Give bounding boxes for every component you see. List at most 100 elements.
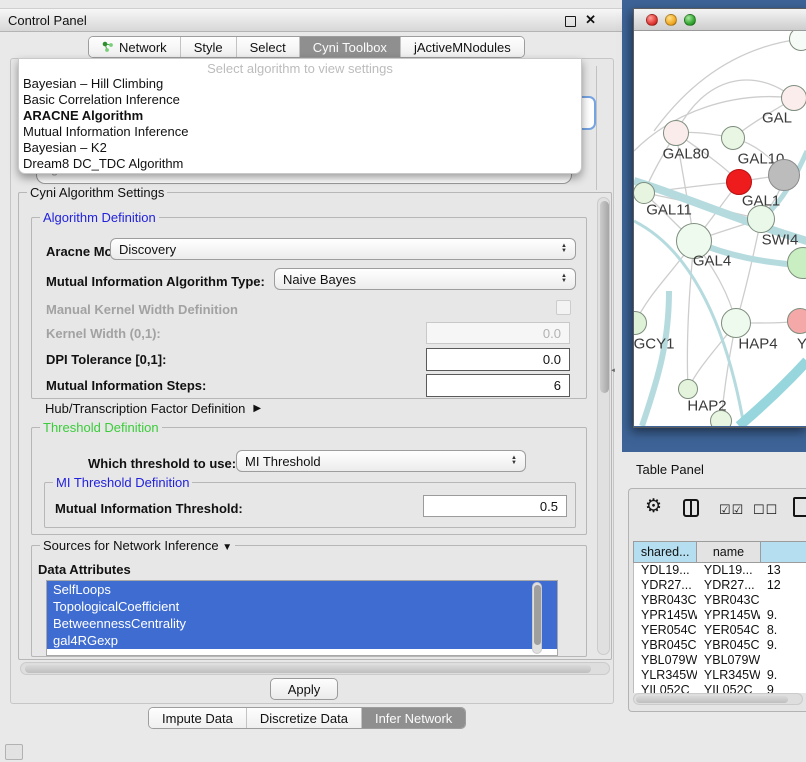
split-columns-icon[interactable] (683, 499, 699, 517)
attributes-list-scrollbar[interactable] (532, 582, 542, 654)
node-label-gcy1: GCY1 (634, 336, 674, 353)
node[interactable] (710, 410, 732, 426)
minimize-traffic-light[interactable] (665, 14, 677, 26)
mi-algorithm-type-label: Mutual Information Algorithm Type: (46, 274, 265, 289)
data-attributes-label: Data Attributes (38, 562, 131, 577)
algorithm-option-mutual-information-inference[interactable]: Mutual Information Inference (19, 124, 581, 140)
tab-label: Network (119, 40, 167, 55)
attribute-item-selfloops[interactable]: SelfLoops (47, 581, 557, 598)
gear-icon[interactable]: ⚙ (645, 495, 662, 518)
table-cell: 9. (760, 638, 806, 653)
tab-cyni-toolbox[interactable]: Cyni Toolbox (300, 37, 401, 57)
mi-threshold-group: MI Threshold Definition Mutual Informati… (44, 482, 576, 528)
tab-label: Discretize Data (260, 711, 348, 726)
which-threshold-combo[interactable]: MI Threshold ▲▼ (236, 450, 526, 472)
unchecked-checkboxes-icon[interactable]: ☐☐ (753, 502, 778, 518)
mi-steps-field[interactable]: 6 (426, 374, 570, 397)
column-header-item[interactable] (760, 541, 806, 563)
attribute-item-gal4rgexp[interactable]: gal4RGexp (47, 632, 557, 649)
table-cell: YBR045C (634, 638, 697, 653)
mi-algorithm-type-combo[interactable]: Naive Bayes ▲▼ (274, 268, 576, 290)
node-gal10[interactable] (721, 126, 745, 150)
settings-horizontal-scrollbar[interactable] (20, 662, 610, 675)
column-header-shared[interactable]: shared... (633, 541, 696, 563)
table-cell: YBL079W (697, 653, 760, 668)
tab-label: Infer Network (375, 711, 452, 726)
data-attributes-list[interactable]: SelfLoopsTopologicalCoefficientBetweenne… (46, 580, 558, 656)
node-label-swi4: SWI4 (762, 232, 799, 249)
table-cell: YDL19... (697, 563, 760, 578)
node-gal80[interactable] (663, 120, 689, 146)
network-window: GALGAL80GAL10GAL11GAL1SWI4GAL4GCY1HAP4YH… (633, 8, 806, 428)
table-row[interactable]: YBL079WYBL079W (634, 653, 806, 668)
manual-kernel-checkbox[interactable] (556, 300, 571, 315)
tab-impute-data[interactable]: Impute Data (149, 708, 247, 728)
mini-panel-button[interactable] (5, 744, 23, 760)
document-icon[interactable] (793, 497, 806, 517)
tab-select[interactable]: Select (237, 37, 300, 57)
node-label-hap4: HAP4 (738, 336, 777, 353)
close-icon[interactable]: ✕ (585, 12, 596, 28)
table-header-row: shared...name (633, 541, 806, 563)
table-row[interactable]: YBR045CYBR045C9. (634, 638, 806, 653)
algorithm-option-bayesian-hill-climbing[interactable]: Bayesian – Hill Climbing (19, 76, 581, 92)
table-row[interactable]: YDR27...YDR27...12 (634, 578, 806, 593)
node-label-gal4: GAL4 (693, 253, 731, 270)
table-cell: YIL052C (634, 683, 697, 693)
network-window-titlebar (634, 9, 806, 31)
tab-jactivemnodules[interactable]: jActiveMNodules (401, 37, 524, 57)
node-y[interactable] (787, 308, 806, 334)
attribute-item-betweennesscentrality[interactable]: BetweennessCentrality (47, 615, 557, 632)
algorithm-option-aracne-algorithm[interactable]: ARACNE Algorithm (19, 108, 581, 124)
sources-legend-text: Sources for Network Inference (43, 538, 219, 553)
table-row[interactable]: YDL19...YDL19...13 (634, 563, 806, 578)
node-label-y: Y (797, 336, 806, 353)
tab-infer-network[interactable]: Infer Network (362, 708, 465, 728)
column-header-name[interactable]: name (696, 541, 759, 563)
mi-threshold-field[interactable]: 0.5 (423, 495, 567, 517)
table-row[interactable]: YPR145WYPR145W9. (634, 608, 806, 623)
algorithm-option-bayesian-k2[interactable]: Bayesian – K2 (19, 140, 581, 156)
node-hap4[interactable] (721, 308, 751, 338)
tab-discretize-data[interactable]: Discretize Data (247, 708, 362, 728)
settings-vertical-scrollbar[interactable] (597, 197, 610, 655)
table-row[interactable]: YIL052CYIL052C9 (634, 683, 806, 693)
float-icon[interactable] (565, 16, 576, 27)
table-cell: YPR145W (697, 608, 760, 623)
algorithm-option-dream8-dc-tdc-algorithm[interactable]: Dream8 DC_TDC Algorithm (19, 156, 581, 172)
table-cell: YBR045C (697, 638, 760, 653)
network-canvas[interactable]: GALGAL80GAL10GAL11GAL1SWI4GAL4GCY1HAP4YH… (634, 31, 806, 426)
sources-legend[interactable]: Sources for Network Inference ▼ (40, 538, 235, 553)
table-horizontal-scrollbar[interactable] (633, 693, 803, 705)
node[interactable] (726, 169, 752, 195)
app-root: Control Panel ✕ NetworkStyleSelectCyni T… (0, 0, 806, 762)
network-edges (634, 31, 806, 426)
sources-group: Sources for Network Inference ▼ Data Att… (31, 545, 587, 657)
node[interactable] (768, 159, 800, 191)
table-cell (760, 653, 806, 668)
table-row[interactable]: YLR345WYLR345W9. (634, 668, 806, 683)
mi-threshold-legend: MI Threshold Definition (53, 475, 192, 490)
aracne-mode-combo[interactable]: Discovery ▲▼ (110, 238, 576, 260)
dpi-tolerance-field[interactable]: 0.0 (426, 348, 570, 371)
table-cell: YDL19... (634, 563, 697, 578)
aracne-mode-value: Discovery (119, 242, 176, 257)
algorithm-option-basic-correlation-inference[interactable]: Basic Correlation Inference (19, 92, 581, 108)
node-gal[interactable] (781, 85, 806, 111)
tab-network[interactable]: Network (89, 37, 181, 57)
algorithm-dropdown[interactable]: Select algorithm to view settings Bayesi… (18, 58, 582, 174)
close-traffic-light[interactable] (646, 14, 658, 26)
table-row[interactable]: YBR043CYBR043C (634, 593, 806, 608)
attribute-item-topologicalcoefficient[interactable]: TopologicalCoefficient (47, 598, 557, 615)
node-label-gal11: GAL11 (646, 202, 692, 219)
tab-style[interactable]: Style (181, 37, 237, 57)
checked-checkboxes-icon[interactable]: ☑☑ (719, 502, 744, 518)
expand-down-icon: ▼ (222, 542, 232, 553)
hub-section-toggle[interactable]: Hub/Transcription Factor Definition ▶ (45, 401, 261, 416)
node-hap2[interactable] (678, 379, 698, 399)
kernel-width-field[interactable]: 0.0 (426, 322, 570, 344)
hub-section-label: Hub/Transcription Factor Definition (45, 401, 245, 416)
apply-button[interactable]: Apply (270, 678, 338, 700)
zoom-traffic-light[interactable] (684, 14, 696, 26)
table-row[interactable]: YER054CYER054C8. (634, 623, 806, 638)
